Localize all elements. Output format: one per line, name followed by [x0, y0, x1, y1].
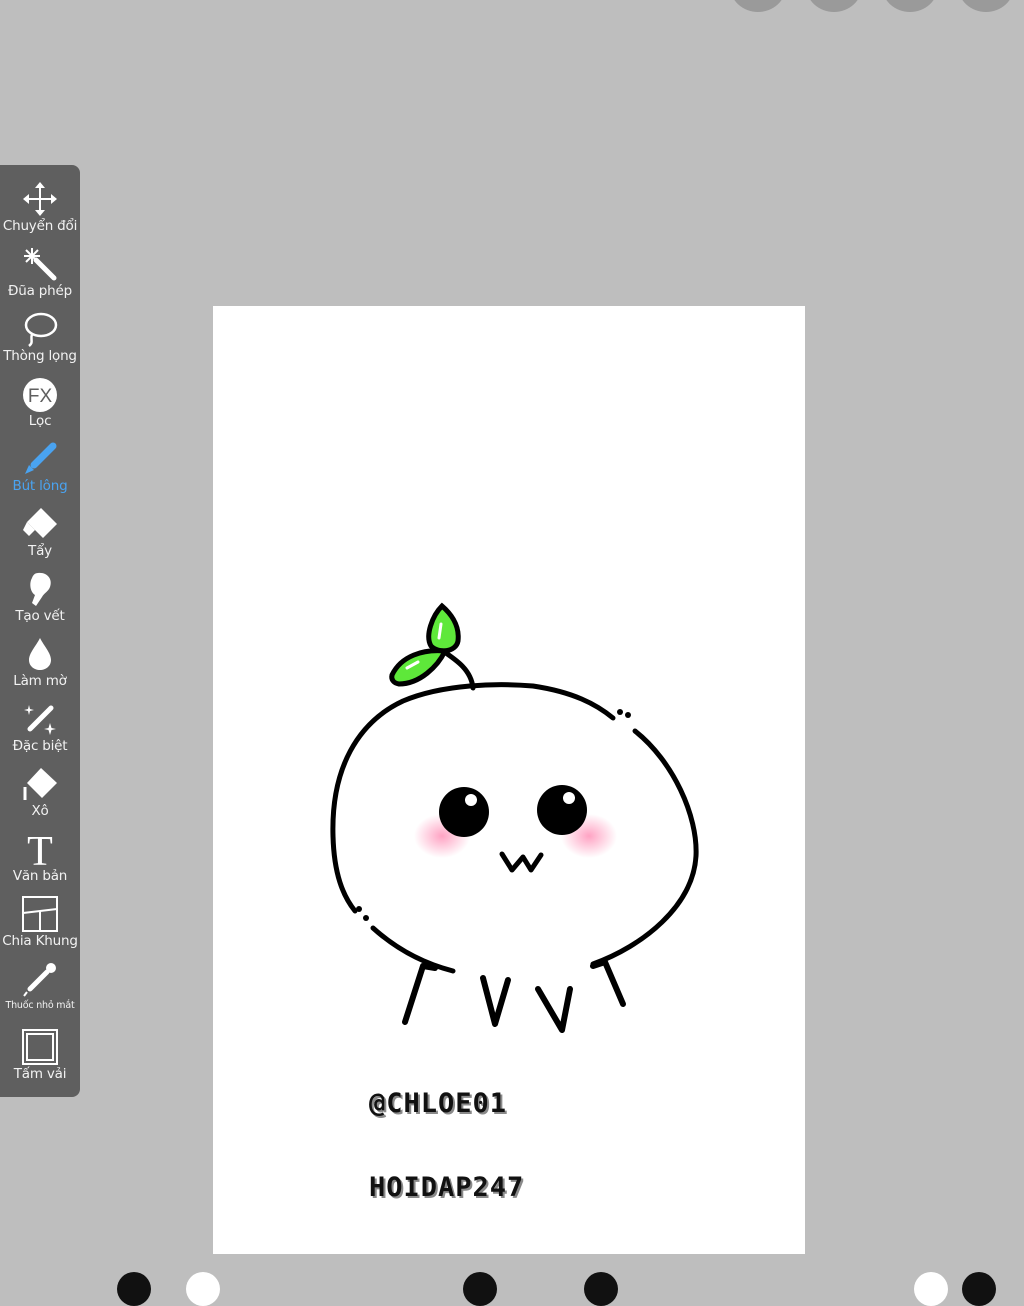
- eyedropper-icon: [23, 963, 56, 997]
- magic-wand-icon: [24, 248, 57, 281]
- tool-label: Chia Khung: [2, 933, 78, 949]
- frame-divider-icon: [22, 896, 58, 932]
- bottom-control-3[interactable]: [463, 1272, 497, 1306]
- bottom-control-6[interactable]: [962, 1272, 996, 1306]
- special-sparkle-pen-icon: [24, 705, 56, 735]
- drawing-canvas[interactable]: @CHLOE01 HOIDAP247: [213, 306, 805, 1254]
- tool-label: Tấm vải: [13, 1066, 67, 1082]
- leaf-right: [426, 602, 461, 654]
- svg-text:FX: FX: [28, 386, 53, 407]
- artwork-sprout-character: [330, 602, 699, 1033]
- tool-label: Xô: [31, 803, 49, 819]
- tool-label: Đũa phép: [8, 283, 72, 299]
- tool-label: Văn bản: [12, 868, 68, 884]
- bottom-control-2[interactable]: [186, 1272, 220, 1306]
- top-toolbar-button-2[interactable]: [806, 0, 862, 12]
- leaf-left: [389, 648, 449, 687]
- lasso-icon: [24, 312, 58, 347]
- move-arrows-icon: [23, 182, 57, 216]
- top-toolbar-button-3[interactable]: [882, 0, 938, 12]
- tool-text[interactable]: T Văn bản: [0, 827, 80, 892]
- tool-canvas[interactable]: Tấm vải: [0, 1025, 80, 1090]
- tool-sidebar: Chuyển đổi Đũa phép Thòng lọng FX Lọc Bú…: [0, 165, 80, 1097]
- tool-lasso[interactable]: Thòng lọng: [0, 307, 80, 372]
- blur-drop-icon: [29, 638, 51, 670]
- eraser-icon: [23, 508, 57, 538]
- tool-frame-divider[interactable]: Chia Khung: [0, 892, 80, 957]
- watermark-site: HOIDAP247: [369, 1172, 525, 1203]
- tool-label: Lọc: [28, 413, 52, 429]
- fx-filter-icon: FX: [23, 378, 57, 412]
- tool-label: Đặc biệt: [12, 738, 68, 754]
- tool-eyedropper[interactable]: Thuốc nhỏ mắt: [0, 957, 80, 1022]
- bottom-control-5[interactable]: [914, 1272, 948, 1306]
- tool-label: Chuyển đổi: [2, 218, 78, 234]
- tool-label: Tạo vết: [15, 608, 65, 624]
- smudge-icon: [30, 572, 51, 606]
- bottom-control-1[interactable]: [117, 1272, 151, 1306]
- tool-brush[interactable]: Bút lông: [0, 437, 80, 502]
- tool-eraser[interactable]: Tẩy: [0, 502, 80, 567]
- tool-transform[interactable]: Chuyển đổi: [0, 177, 80, 242]
- tool-smudge[interactable]: Tạo vết: [0, 567, 80, 632]
- top-toolbar-button-4[interactable]: [958, 0, 1014, 12]
- svg-text:T: T: [27, 829, 53, 869]
- watermark-username: @CHLOE01: [369, 1088, 508, 1119]
- tool-blur[interactable]: Làm mờ: [0, 632, 80, 697]
- tool-label: Thòng lọng: [3, 348, 77, 364]
- brush-icon: [25, 442, 57, 474]
- canvas-icon: [22, 1029, 58, 1065]
- tool-label: Tẩy: [28, 543, 52, 559]
- tool-filter[interactable]: FX Lọc: [0, 372, 80, 437]
- tool-magic-wand[interactable]: Đũa phép: [0, 242, 80, 307]
- tool-label: Bút lông: [12, 478, 68, 494]
- top-toolbar-button-1[interactable]: [730, 0, 786, 12]
- tool-bucket[interactable]: Xô: [0, 762, 80, 827]
- tool-special[interactable]: Đặc biệt: [0, 697, 80, 762]
- tool-label: Thuốc nhỏ mắt: [5, 1000, 75, 1011]
- text-icon: T: [27, 829, 53, 869]
- bottom-control-4[interactable]: [584, 1272, 618, 1306]
- tool-label: Làm mờ: [13, 673, 67, 689]
- paint-bucket-icon: [23, 768, 57, 800]
